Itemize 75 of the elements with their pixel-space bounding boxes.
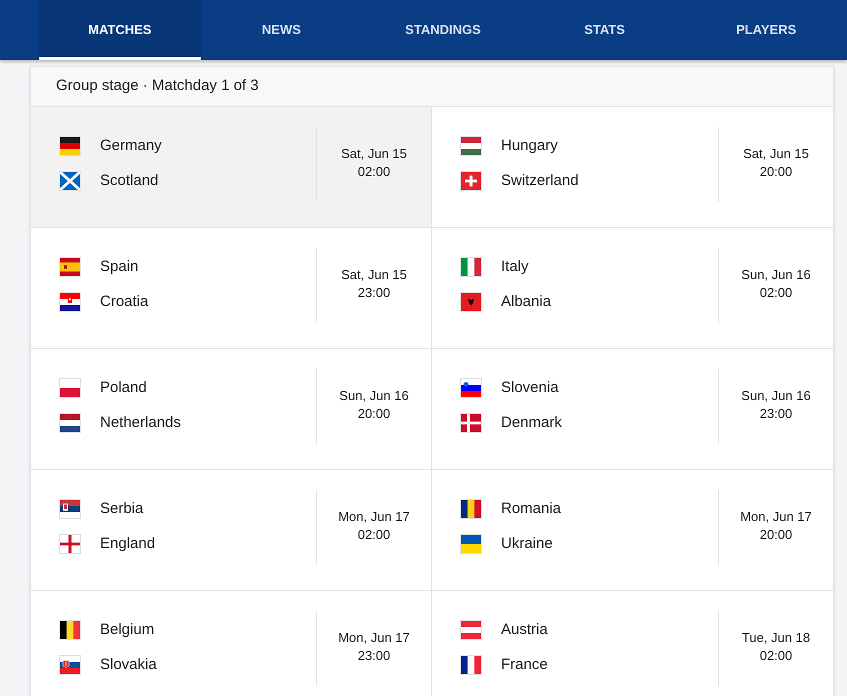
match-card[interactable]: Belgium Slovakia Mon, Jun 17 23:00 bbox=[31, 591, 432, 696]
match-time: 23:00 bbox=[358, 284, 390, 302]
match-card[interactable]: Serbia England Mon, Jun 17 02:00 bbox=[31, 470, 432, 591]
match-date: Sat, Jun 15 bbox=[341, 145, 407, 163]
match-card[interactable]: Italy Albania Sun, Jun 16 02:00 bbox=[432, 228, 833, 349]
tab[interactable]: NEWS bbox=[200, 0, 362, 60]
match-time: 20:00 bbox=[358, 405, 390, 423]
team-name: Italy bbox=[501, 256, 529, 277]
match-time: 20:00 bbox=[760, 163, 792, 181]
match-time: 02:00 bbox=[760, 284, 792, 302]
tab[interactable]: STATS bbox=[524, 0, 686, 60]
flag-icon bbox=[460, 171, 482, 191]
flag-icon bbox=[59, 655, 81, 675]
flag-icon bbox=[59, 499, 81, 519]
match-time: 02:00 bbox=[760, 647, 792, 665]
match-card[interactable]: Romania Ukraine Mon, Jun 17 20:00 bbox=[432, 470, 833, 591]
flag-icon bbox=[59, 534, 81, 554]
match-card[interactable]: Slovenia Denmark Sun, Jun 16 23:00 bbox=[432, 349, 833, 470]
tab[interactable]: MATCHES bbox=[39, 0, 201, 60]
match-date: Sun, Jun 16 bbox=[741, 387, 811, 405]
flag-icon bbox=[59, 378, 81, 398]
match-card[interactable]: Hungary Switzerland Sat, Jun 15 20:00 bbox=[432, 107, 833, 228]
flag-icon bbox=[460, 378, 482, 398]
flag-icon bbox=[59, 292, 81, 312]
flag-icon bbox=[460, 655, 482, 675]
team-name: France bbox=[501, 654, 548, 675]
flag-icon bbox=[59, 413, 81, 433]
flag-icon bbox=[460, 534, 482, 554]
match-card[interactable]: Spain Croatia Sat, Jun 15 23:00 bbox=[31, 228, 432, 349]
team-name: Scotland bbox=[100, 170, 158, 191]
team-name: Serbia bbox=[100, 498, 144, 519]
team-name: Romania bbox=[501, 498, 562, 519]
team-name: England bbox=[100, 534, 156, 554]
team-name: Austria bbox=[501, 620, 548, 640]
team-name: Netherlands bbox=[100, 412, 181, 433]
match-time: 02:00 bbox=[358, 163, 390, 181]
flag-icon bbox=[460, 257, 482, 277]
match-date: Sat, Jun 15 bbox=[743, 145, 809, 163]
match-time: 20:00 bbox=[760, 526, 792, 544]
team-name: Spain bbox=[100, 256, 138, 277]
match-time: 23:00 bbox=[358, 647, 390, 665]
team-name: Switzerland bbox=[501, 170, 579, 191]
match-date: Sun, Jun 16 bbox=[741, 266, 811, 284]
flag-icon bbox=[460, 292, 482, 312]
team-name: Poland bbox=[100, 378, 147, 398]
team-name: Belgium bbox=[100, 620, 154, 640]
team-name: Hungary bbox=[501, 136, 558, 156]
match-date: Mon, Jun 17 bbox=[740, 508, 812, 526]
team-name: Albania bbox=[501, 292, 552, 312]
match-card[interactable]: Germany Scotland Sat, Jun 15 02:00 bbox=[31, 107, 432, 228]
match-date: Mon, Jun 17 bbox=[338, 629, 410, 647]
match-card[interactable]: Poland Netherlands Sun, Jun 16 20:00 bbox=[31, 349, 432, 470]
team-name: Ukraine bbox=[501, 534, 553, 554]
flag-icon bbox=[59, 257, 81, 277]
flag-icon bbox=[59, 620, 81, 640]
flag-icon bbox=[59, 136, 81, 156]
flag-icon bbox=[460, 499, 482, 519]
flag-icon bbox=[59, 171, 81, 191]
tab[interactable]: STANDINGS bbox=[362, 0, 524, 60]
section-title: Group stage · Matchday 1 of 3 bbox=[56, 76, 259, 96]
tab[interactable]: PLAYERS bbox=[685, 0, 847, 60]
match-time: 02:00 bbox=[358, 526, 390, 544]
match-date: Tue, Jun 18 bbox=[742, 629, 810, 647]
match-date: Mon, Jun 17 bbox=[338, 508, 410, 526]
flag-icon bbox=[460, 620, 482, 640]
match-date: Sat, Jun 15 bbox=[341, 266, 407, 284]
match-time: 23:00 bbox=[760, 405, 792, 423]
team-name: Germany bbox=[100, 136, 162, 156]
flag-icon bbox=[460, 413, 482, 433]
flag-icon bbox=[460, 136, 482, 156]
match-date: Sun, Jun 16 bbox=[339, 387, 409, 405]
team-name: Slovakia bbox=[100, 654, 157, 675]
team-name: Denmark bbox=[501, 412, 562, 433]
team-name: Croatia bbox=[100, 292, 148, 312]
team-name: Slovenia bbox=[501, 378, 559, 398]
